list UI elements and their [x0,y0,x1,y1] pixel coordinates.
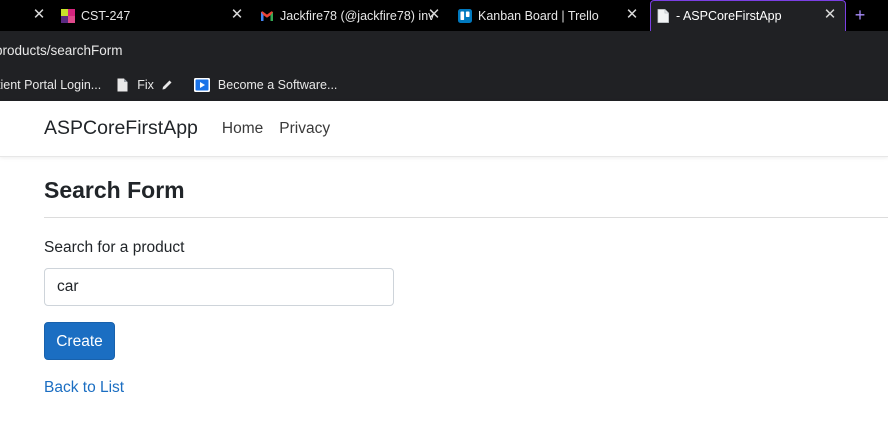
search-label: Search for a product [44,239,185,256]
tab-gmail[interactable]: Jackfire78 (@jackfire78) inv [260,0,450,31]
tab-title: CST-247 [81,8,131,23]
tab-close-icon[interactable]: ✕ [822,7,838,23]
play-icon [193,78,210,92]
bookmark-fix[interactable]: Fix [117,78,173,92]
back-to-list-link[interactable]: Back to List [44,379,888,397]
nav-home[interactable]: Home [222,120,263,138]
create-button[interactable]: Create [44,322,115,360]
bookmarks-bar: tient Portal Login... Fix Become a Softw… [0,69,888,101]
trello-icon [458,8,472,23]
tab-cst-247[interactable]: CST-247 [61,0,251,31]
page-title: Search Form [44,177,185,203]
tab-title: Kanban Board | Trello [478,8,599,23]
address-bar[interactable]: products/searchForm [0,31,888,69]
tab-close-icon[interactable]: ✕ [426,7,442,23]
page-icon [657,9,669,23]
bookmark-label: tient Portal Login... [0,78,102,92]
cst-247-favicon [61,8,75,23]
pencil-icon [162,80,172,90]
tab-title: Jackfire78 (@jackfire78) inv [280,8,435,23]
url-text[interactable]: products/searchForm [0,43,123,58]
tab-aspcorefirstapp[interactable]: - ASPCoreFirstApp [650,0,846,31]
tab-close-icon[interactable]: ✕ [31,7,47,23]
bookmark-become-software[interactable]: Become a Software... [193,78,338,92]
tab-close-icon[interactable]: ✕ [624,7,640,23]
tab-trello[interactable]: Kanban Board | Trello [458,0,648,31]
bookmark-patient-portal[interactable]: tient Portal Login... [0,78,101,92]
search-input[interactable]: car [44,268,394,306]
browser-tab-strip: ✕ CST-247 ✕ Jackfire78 (@jackfire78) inv… [0,0,888,31]
tab-close-icon[interactable]: ✕ [229,7,245,23]
new-tab-button[interactable]: + [851,5,869,25]
app-navbar: ASPCoreFirstApp Home Privacy [0,101,888,157]
main-content: Search Form Search for a product car Cre… [0,178,888,397]
tab-title: - ASPCoreFirstApp [676,9,782,23]
nav-privacy[interactable]: Privacy [279,120,330,138]
bookmark-label: Become a Software... [217,78,338,92]
divider [44,217,888,218]
document-icon [117,78,128,92]
search-input-value: car [57,278,79,295]
brand-link[interactable]: ASPCoreFirstApp [44,117,198,140]
bookmark-label: Fix [137,78,154,92]
gmail-icon [261,10,273,21]
